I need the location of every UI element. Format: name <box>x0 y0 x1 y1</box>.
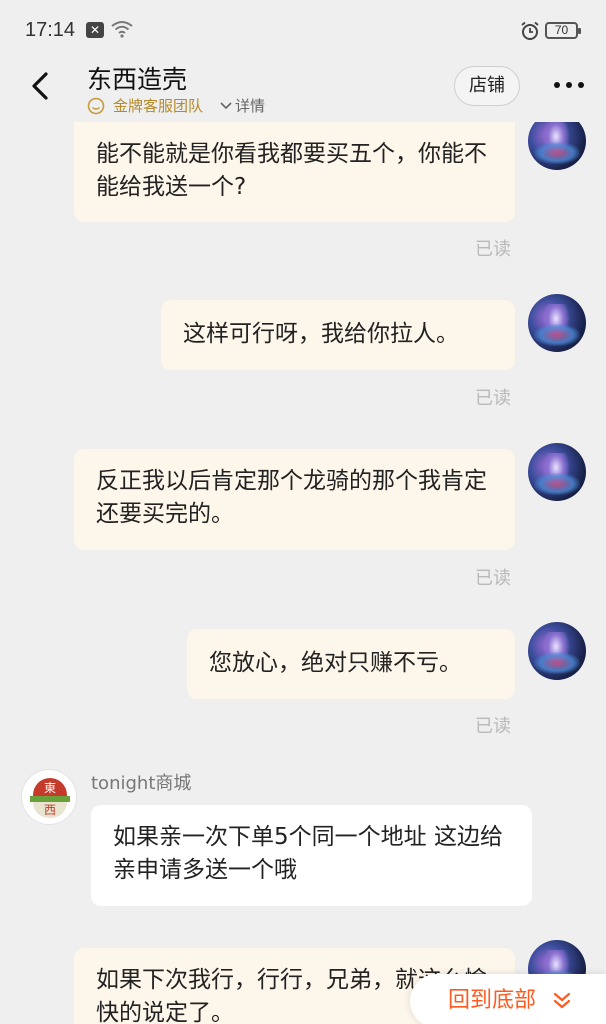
message-text: 这样可行呀，我给你拉人。 <box>183 321 459 347</box>
back-to-bottom-button[interactable]: 回到底部 <box>410 974 606 1024</box>
message-text: 如果亲一次下单5个同一个地址 这边给亲申请多送一个哦 <box>113 824 503 883</box>
chat-message-list[interactable]: 能不能就是你看我都要买五个，你能不能给我送一个? 已读 这样可行呀，我给你拉人。… <box>0 122 606 1024</box>
message-bubble-mine[interactable]: 能不能就是你看我都要买五个，你能不能给我送一个? <box>74 122 515 222</box>
chevron-down-icon[interactable] <box>219 99 233 113</box>
my-avatar[interactable] <box>528 122 586 170</box>
shop-title: 东西造壳 <box>87 65 188 94</box>
message-bubble-theirs[interactable]: 如果亲一次下单5个同一个地址 这边给亲申请多送一个哦 <box>91 805 532 906</box>
my-avatar[interactable] <box>528 622 586 680</box>
shop-subtitle-row: 金牌客服团队 详情 <box>87 95 265 116</box>
read-status: 已读 <box>475 716 511 737</box>
message-text: 反正我以后肯定那个龙骑的那个我肯定还要买完的。 <box>96 468 487 527</box>
status-time: 17:14 <box>25 19 76 41</box>
message-bubble-mine[interactable]: 这样可行呀，我给你拉人。 <box>161 300 515 370</box>
notification-icon: ✕ <box>86 22 104 38</box>
shop-avatar[interactable]: 東 西 <box>21 769 77 825</box>
read-status: 已读 <box>475 239 511 260</box>
message-text: 能不能就是你看我都要买五个，你能不能给我送一个? <box>96 141 487 200</box>
status-bar: 17:14 ✕ 70 <box>0 0 606 56</box>
logo-bottom-char: 西 <box>33 802 67 818</box>
message-bubble-mine[interactable]: 您放心，绝对只赚不亏。 <box>187 629 515 699</box>
logo-top-char: 東 <box>33 778 67 796</box>
read-status: 已读 <box>475 388 511 409</box>
message-bubble-mine[interactable]: 反正我以后肯定那个龙骑的那个我肯定还要买完的。 <box>74 449 515 550</box>
smile-icon <box>87 97 105 114</box>
sender-name: tonight商城 <box>91 773 192 794</box>
back-to-bottom-label: 回到底部 <box>448 988 537 1013</box>
chat-header: 东西造壳 金牌客服团队 详情 店铺 <box>0 56 606 122</box>
details-link[interactable]: 详情 <box>235 95 265 116</box>
double-chevron-down-icon <box>553 992 571 1009</box>
alarm-icon <box>521 21 539 40</box>
message-text: 您放心，绝对只赚不亏。 <box>209 650 462 676</box>
read-status: 已读 <box>475 568 511 589</box>
more-icon[interactable] <box>552 75 586 95</box>
my-avatar[interactable] <box>528 443 586 501</box>
store-button[interactable]: 店铺 <box>454 66 520 106</box>
my-avatar[interactable] <box>528 294 586 352</box>
wifi-icon <box>111 21 133 38</box>
back-icon[interactable] <box>24 68 60 104</box>
battery-icon: 70 <box>545 22 581 39</box>
service-team-label: 金牌客服团队 <box>113 97 204 115</box>
